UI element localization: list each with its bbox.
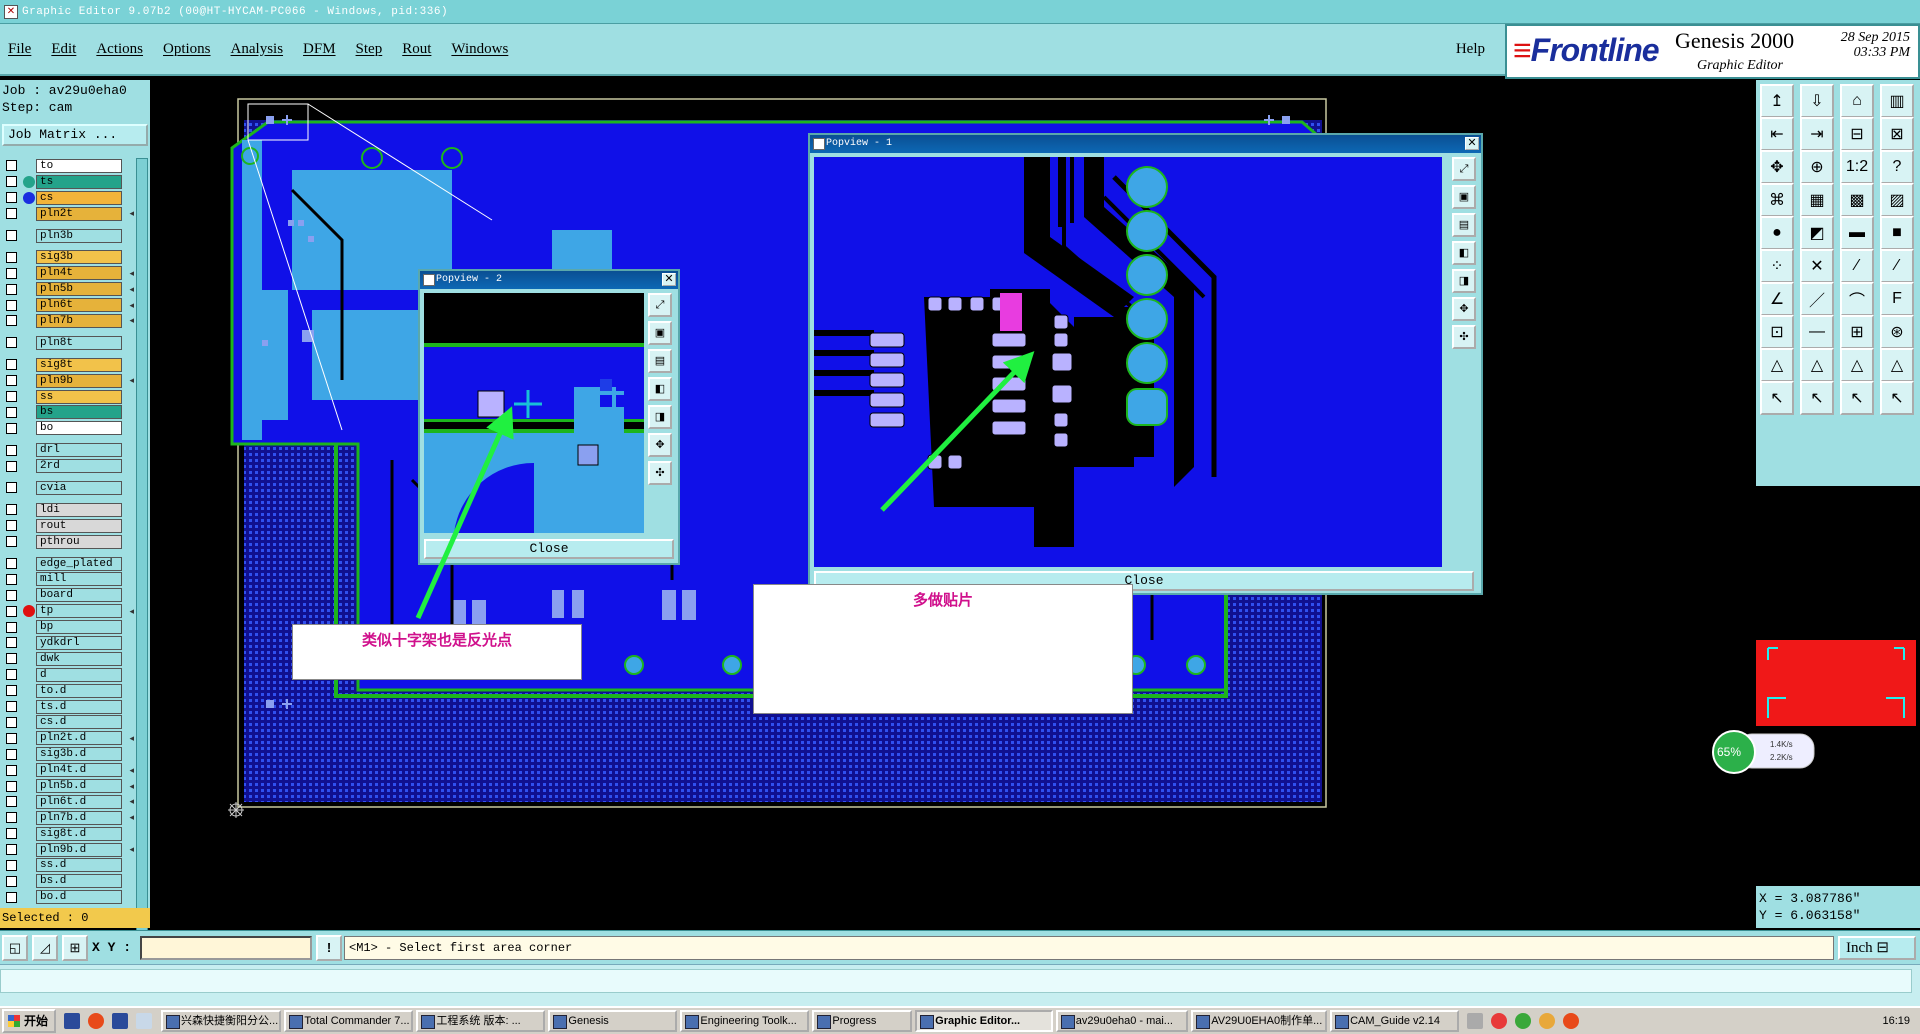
coord-y: Y = 6.063158"	[1759, 908, 1861, 923]
start-button[interactable]: 开始	[2, 1009, 57, 1033]
tool-button-icon[interactable]: △	[1800, 348, 1834, 382]
tool-button-icon[interactable]: ●	[1760, 216, 1794, 250]
tool-button-icon[interactable]: ⁄	[1840, 249, 1874, 283]
info-icon[interactable]: !	[316, 935, 342, 961]
taskbar-item[interactable]: 工程系统 版本: ...	[416, 1010, 546, 1032]
taskbar: 开始 兴森快捷衡阳分公... Total Commander 7... 工程系统 版…	[0, 1006, 1920, 1034]
xy-input[interactable]	[140, 936, 312, 960]
tool-button-icon[interactable]: ⊡	[1760, 315, 1794, 349]
tool-button-icon[interactable]: ↥	[1760, 84, 1794, 118]
overview-drawing	[1756, 640, 1916, 726]
tool-button-icon[interactable]: ⇤	[1760, 117, 1794, 151]
tool-button-icon[interactable]: ▨	[1880, 183, 1914, 217]
tool-button-icon[interactable]: F	[1880, 282, 1914, 316]
tool-button-icon[interactable]: ⁘	[1760, 249, 1794, 283]
taskbar-item[interactable]: CAM_Guide v2.14	[1330, 1010, 1460, 1032]
tool-button-icon[interactable]: ■	[1880, 216, 1914, 250]
tool-button-icon[interactable]: ⌂	[1840, 84, 1874, 118]
overview-map[interactable]	[1756, 486, 1920, 886]
taskbar-item[interactable]: Genesis	[548, 1010, 678, 1032]
quicklaunch-icon[interactable]	[112, 1013, 129, 1029]
cursor-coordinates: X = 3.087786" Y = 6.063158"	[1756, 886, 1920, 928]
tool-button-icon[interactable]: ▥	[1880, 84, 1914, 118]
tool-button-icon[interactable]: ✕	[1800, 249, 1834, 283]
tool-button-icon[interactable]: ⌒	[1840, 282, 1874, 316]
tool-palette: ↥ ⇩ ⌂ ▥ ⇤ ⇥ ⊟ ⊠ ✥ ⊕ 1:2? ⌘ ▦ ▩ ▨ ● ◩ ▬ ■ ⁘ ✕ ⁄ ⁄ ∠ ／ ⌒ F ⊡ — ⊞ ⊛ △ △ △ △ ↖ ↖…	[1756, 80, 1920, 486]
document-icon[interactable]	[136, 1013, 153, 1029]
clock: 16:19	[1882, 1015, 1910, 1027]
tray-icon[interactable]	[1491, 1013, 1508, 1029]
browser-icon[interactable]	[88, 1013, 105, 1029]
tool-button-icon[interactable]: ⁄	[1880, 249, 1914, 283]
taskbar-item[interactable]: Total Commander 7...	[284, 1010, 414, 1032]
xy-label: X Y :	[92, 940, 132, 955]
network-percent: 65%	[1717, 745, 1742, 759]
tool-button-icon[interactable]: ⇩	[1800, 84, 1834, 118]
taskbar-item[interactable]: Progress	[812, 1010, 913, 1032]
tool-button-icon[interactable]: ↖	[1840, 381, 1874, 415]
tool-button-icon[interactable]: ▩	[1840, 183, 1874, 217]
taskbar-item[interactable]: AV29U0EHA0制作单...	[1191, 1010, 1328, 1032]
tool-button-icon[interactable]: △	[1760, 348, 1794, 382]
tool-button-icon[interactable]: ⌘	[1760, 183, 1794, 217]
tool-button-icon[interactable]: ↖	[1800, 381, 1834, 415]
arrow-to-popview-1	[880, 351, 1035, 512]
select-tool-icon[interactable]: ◱	[2, 935, 28, 961]
annotation-arrows	[415, 351, 1035, 620]
info-bar	[0, 964, 1920, 1006]
quicklaunch-icon[interactable]	[64, 1013, 81, 1029]
arrow-to-popview-2	[415, 406, 514, 620]
tool-button-icon[interactable]: 1:2	[1840, 150, 1874, 184]
tool-button-icon[interactable]: ?	[1880, 150, 1914, 184]
grid-tool-icon[interactable]: ⊞	[62, 935, 88, 961]
tool-button-icon[interactable]: ⊞	[1840, 315, 1874, 349]
measure-tool-icon[interactable]: ◿	[32, 935, 58, 961]
tool-button-icon[interactable]: ◩	[1800, 216, 1834, 250]
network-monitor: 65% 1.4K/s 2.2K/s	[1712, 730, 1816, 774]
shield-icon[interactable]	[1515, 1013, 1532, 1029]
taskbar-item[interactable]: 兴森快捷衡阳分公...	[161, 1010, 282, 1032]
browser-icon[interactable]	[1563, 1013, 1580, 1029]
coord-x: X = 3.087786"	[1759, 891, 1861, 906]
tool-button-icon[interactable]: ⊕	[1800, 150, 1834, 184]
tool-button-icon[interactable]: △	[1880, 348, 1914, 382]
tray-icon[interactable]	[1539, 1013, 1556, 1029]
tool-button-icon[interactable]: ⊛	[1880, 315, 1914, 349]
tool-button-icon[interactable]: ▦	[1800, 183, 1834, 217]
tool-button-icon[interactable]: —	[1800, 315, 1834, 349]
task-buttons: 兴森快捷衡阳分公... Total Commander 7... 工程系统 版本: …	[158, 1010, 1460, 1032]
tool-button-icon[interactable]: △	[1840, 348, 1874, 382]
command-bar: ◱ ◿ ⊞ X Y : ! <M1> - Select first area c…	[0, 930, 1920, 964]
tray-icon[interactable]	[1467, 1013, 1484, 1029]
taskbar-item[interactable]: av29u0eha0 - mai...	[1055, 1010, 1189, 1032]
tool-button-icon[interactable]: ⊟	[1840, 117, 1874, 151]
tool-button-icon[interactable]: ⊠	[1880, 117, 1914, 151]
taskbar-item[interactable]: Graphic Editor...	[915, 1010, 1053, 1032]
unit-select[interactable]: Inch ⊟	[1838, 936, 1916, 960]
tool-button-icon[interactable]: ⇥	[1800, 117, 1834, 151]
tool-button-icon[interactable]: ✥	[1760, 150, 1794, 184]
network-download: 2.2K/s	[1770, 753, 1793, 762]
tool-button-icon[interactable]: ↖	[1880, 381, 1914, 415]
status-message: <M1> - Select first area corner	[344, 936, 1834, 960]
tool-button-icon[interactable]: ↖	[1760, 381, 1794, 415]
info-field	[0, 969, 1912, 993]
tool-button-icon[interactable]: ▬	[1840, 216, 1874, 250]
taskbar-item[interactable]: Engineering Toolk...	[680, 1010, 810, 1032]
tool-button-icon[interactable]: ／	[1800, 282, 1834, 316]
network-upload: 1.4K/s	[1770, 740, 1793, 749]
tool-button-icon[interactable]: ∠	[1760, 282, 1794, 316]
